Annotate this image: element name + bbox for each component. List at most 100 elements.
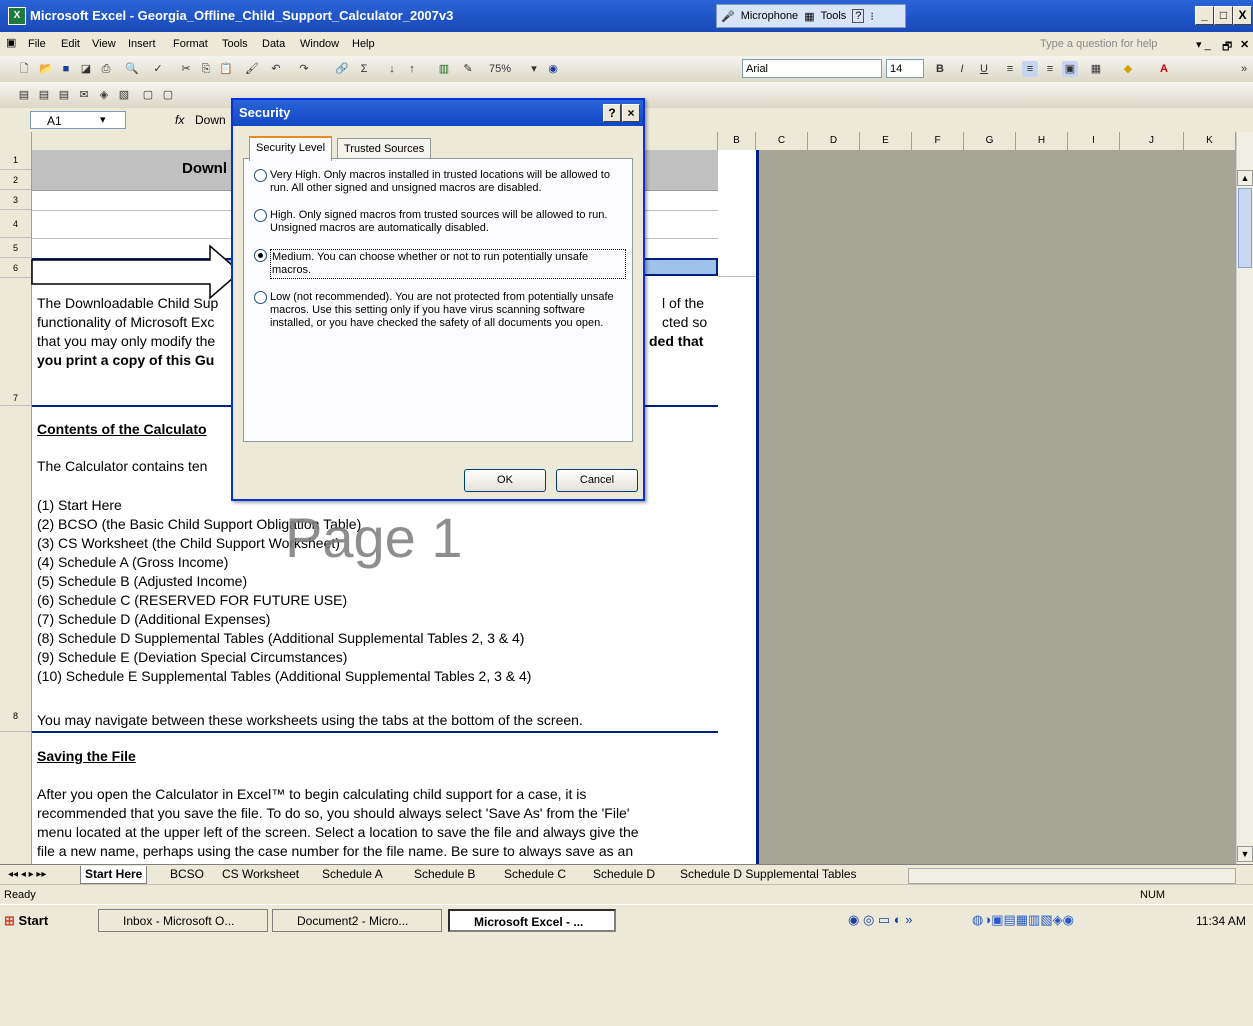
menu-insert[interactable]: Insert [128,38,156,50]
print-icon[interactable]: ⎙ [98,61,114,77]
font-name-select[interactable]: Arial [742,59,882,78]
outside-print-area[interactable] [759,150,1236,864]
name-box-dropdown-icon[interactable]: ▾ [100,113,106,126]
cancel-button[interactable]: Cancel [556,469,638,492]
column-header-J[interactable]: J [1120,132,1184,150]
print-preview-icon[interactable]: 🔍 [124,61,140,77]
minimize-button[interactable]: _ [1195,6,1214,25]
review-icon-3[interactable]: ▤ [56,87,72,103]
mail-icon[interactable]: ✉ [76,87,92,103]
tab-trusted-sources[interactable]: Trusted Sources [337,138,432,159]
column-header-B[interactable]: B [718,132,756,150]
dialog-help-button[interactable]: ? [603,104,621,122]
name-box[interactable]: A1 [30,111,126,129]
tab-cs-worksheet[interactable]: CS Worksheet [218,866,303,883]
save-icon[interactable]: ■ [58,61,74,77]
tab-security-level[interactable]: Security Level [249,136,333,161]
zoom-value[interactable]: 75% [486,61,514,77]
row-header-8[interactable]: 8 [0,406,31,732]
scroll-down-icon[interactable]: ▼ [1237,846,1253,862]
tab-schedule-d-supplemental[interactable]: Schedule D Supplemental Tables [676,866,861,883]
function-icon[interactable]: fx [175,113,184,127]
review-icon-2[interactable]: ▤ [36,87,52,103]
taskbar-outlook[interactable]: Inbox - Microsoft O... [98,909,268,932]
open-icon[interactable]: 📂 [38,61,54,77]
radio-low[interactable] [254,291,267,304]
review-icon-6[interactable]: ▧ [116,87,132,103]
vertical-scrollbar[interactable]: ▲ ▼ [1236,132,1253,864]
review-icon-1[interactable]: ▤ [16,87,32,103]
column-header-H[interactable]: H [1016,132,1068,150]
tools-icon[interactable]: ▦ [804,10,814,23]
column-B-cells[interactable] [718,150,759,864]
scroll-thumb[interactable] [1238,188,1252,268]
sort-descending-icon[interactable]: ↑ [404,61,420,77]
menu-window[interactable]: Window [300,38,339,50]
doc-minimize-icon[interactable]: ▾ _ [1196,38,1211,51]
merge-center-icon[interactable]: ▣ [1062,61,1078,77]
align-center-icon[interactable]: ≡ [1022,61,1038,77]
font-size-select[interactable]: 14 [886,59,924,78]
row-header-7[interactable]: 7 [0,278,31,406]
toolbar-options-icon[interactable]: » [1236,61,1252,77]
autosum-icon[interactable]: Σ [356,61,372,77]
borders-icon[interactable]: ▦ [1088,61,1104,77]
undo-icon[interactable]: ↶ [268,61,284,77]
menu-help[interactable]: Help [352,38,375,50]
column-header-F[interactable]: F [912,132,964,150]
hyperlink-icon[interactable]: 🔗 [334,61,350,77]
help-question-box[interactable]: Type a question for help [1040,38,1157,50]
option-low[interactable]: Low (not recommended). You are not prote… [254,291,626,330]
menu-data[interactable]: Data [262,38,285,50]
select-all-corner[interactable] [0,132,32,150]
row-header-4[interactable]: 4 [0,210,31,238]
options-icon[interactable]: ⁝ [870,10,874,23]
review-icon-5[interactable]: ◈ [96,87,112,103]
redo-icon[interactable]: ↷ [296,61,312,77]
tools-button[interactable]: Tools [821,10,847,22]
tab-start-here[interactable]: Start Here [80,866,148,884]
cut-icon[interactable]: ✂ [178,61,194,77]
option-medium[interactable]: Medium. You can choose whether or not to… [254,249,626,279]
radio-high[interactable] [254,209,267,222]
start-button[interactable]: ⊞ Start [4,909,70,932]
paste-icon[interactable]: 📋 [218,61,234,77]
column-header-G[interactable]: G [964,132,1016,150]
tray-icons[interactable]: ◍◑▣▤▦▥▧◈◉ [972,912,1074,928]
tab-schedule-d[interactable]: Schedule D [589,866,659,883]
row-header-5[interactable]: 5 [0,238,31,258]
underline-button[interactable]: U [976,61,992,77]
chart-wizard-icon[interactable]: ▥ [436,61,452,77]
doc-close-icon[interactable]: ✕ [1240,38,1249,51]
spelling-icon[interactable]: ✓ [150,61,166,77]
radio-medium[interactable] [254,249,267,262]
review-icon-8[interactable]: ▢ [160,87,176,103]
column-header-D[interactable]: D [808,132,860,150]
scroll-up-icon[interactable]: ▲ [1237,170,1253,186]
tab-bcso[interactable]: BCSO [166,866,208,883]
fill-color-icon[interactable]: ◆ [1120,61,1136,77]
tab-nav-icons[interactable]: ◂◂ ◂ ▸ ▸▸ [4,866,50,883]
option-very-high[interactable]: Very High. Only macros installed in trus… [254,169,626,195]
menu-format[interactable]: Format [173,38,208,50]
drawing-icon[interactable]: ✎ [460,61,476,77]
taskbar-word[interactable]: Document2 - Micro... [272,909,442,932]
row-header-6[interactable]: 6 [0,258,31,278]
row-header-1[interactable]: 1 [0,150,31,170]
taskbar-excel[interactable]: Microsoft Excel - ... [448,909,616,932]
help-icon[interactable]: ◉ [545,61,561,77]
copy-icon[interactable]: ⎘ [198,61,214,77]
menu-tools[interactable]: Tools [222,38,248,50]
row-header-2[interactable]: 2 [0,170,31,190]
close-button[interactable]: X [1233,6,1252,25]
review-icon-7[interactable]: ▢ [140,87,156,103]
sort-ascending-icon[interactable]: ↓ [384,61,400,77]
doc-restore-icon[interactable]: 🗗 [1222,38,1232,57]
tab-schedule-c[interactable]: Schedule C [500,866,570,883]
microphone-button[interactable]: Microphone [741,10,798,22]
excel-app-icon[interactable]: X [8,7,26,25]
column-header-E[interactable]: E [860,132,912,150]
permission-icon[interactable]: ◪ [78,61,94,77]
align-left-icon[interactable]: ≡ [1002,61,1018,77]
option-high[interactable]: High. Only signed macros from trusted so… [254,209,626,235]
